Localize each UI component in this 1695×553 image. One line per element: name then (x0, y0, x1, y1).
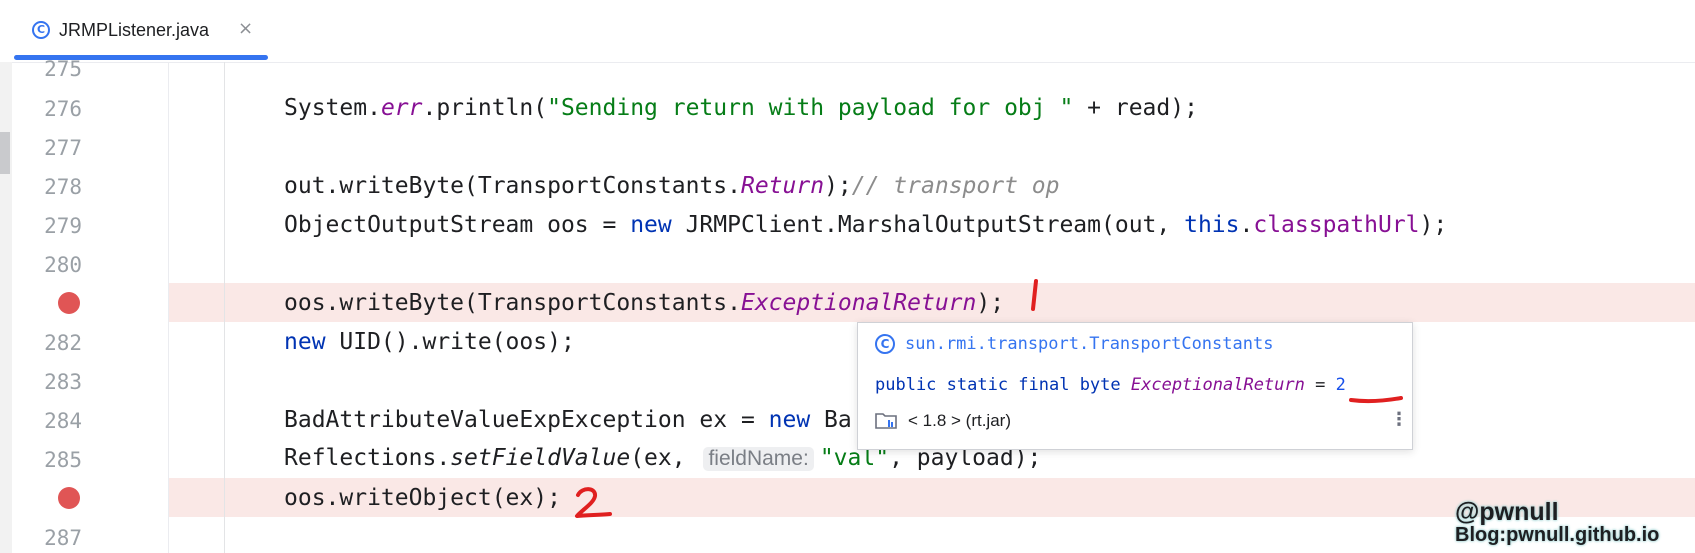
code-line-286[interactable]: oos.writeObject(ex); (284, 485, 561, 511)
line-number: 285 (44, 448, 82, 472)
scrollbar-thumb[interactable] (0, 132, 10, 174)
line-number: 275 (44, 57, 82, 81)
line-number: 279 (44, 214, 82, 238)
close-icon[interactable]: × (238, 18, 253, 39)
code-line-276[interactable]: System.err.println("Sending return with … (284, 95, 1198, 121)
line-number: 287 (44, 526, 82, 550)
library-folder-icon (875, 413, 897, 429)
line-number: 278 (44, 175, 82, 199)
line-number: 280 (44, 253, 82, 277)
breakpoint-icon[interactable] (58, 292, 80, 314)
code-line-279[interactable]: ObjectOutputStream oos = new JRMPClient.… (284, 212, 1447, 238)
annotation-mark-1 (1031, 279, 1038, 311)
class-icon: C (32, 21, 50, 39)
popup-class-name[interactable]: sun.rmi.transport.TransportConstants (905, 334, 1273, 354)
tab-label: JRMPListener.java (59, 20, 210, 40)
line-number: 277 (44, 136, 82, 160)
class-icon: C (875, 334, 895, 354)
watermark-handle: @pwnull (1455, 498, 1559, 526)
popup-library: < 1.8 > (rt.jar) (908, 411, 1011, 430)
tab-jrmplistener[interactable]: C JRMPListener.java × (14, 10, 268, 60)
vertical-scrollbar[interactable] (0, 62, 12, 553)
more-options-icon[interactable]: ⋮ (1390, 411, 1408, 429)
breakpoint-icon[interactable] (58, 487, 80, 509)
code-line-282[interactable]: new UID().write(oos); (284, 329, 575, 355)
quick-doc-popup[interactable]: C sun.rmi.transport.TransportConstants p… (857, 322, 1413, 450)
line-number: 276 (44, 97, 82, 121)
popup-declaration: public static final byte ExceptionalRetu… (875, 375, 1346, 395)
annotation-underline (1349, 396, 1403, 404)
gutter-divider (168, 62, 169, 553)
parameter-hint: fieldName: (703, 447, 814, 471)
editor-tab-bar: C JRMPListener.java × (0, 0, 1695, 63)
code-line-281[interactable]: oos.writeByte(TransportConstants.Excepti… (284, 290, 1004, 316)
indent-guide (224, 62, 225, 553)
line-number: 283 (44, 370, 82, 394)
line-number: 284 (44, 409, 82, 433)
code-line-284[interactable]: BadAttributeValueExpException ex = new B… (284, 407, 852, 433)
watermark-blog: Blog:pwnull.github.io (1455, 524, 1660, 546)
line-number: 282 (44, 331, 82, 355)
code-line-278[interactable]: out.writeByte(TransportConstants.Return)… (284, 173, 1059, 199)
annotation-mark-2 (575, 487, 612, 518)
